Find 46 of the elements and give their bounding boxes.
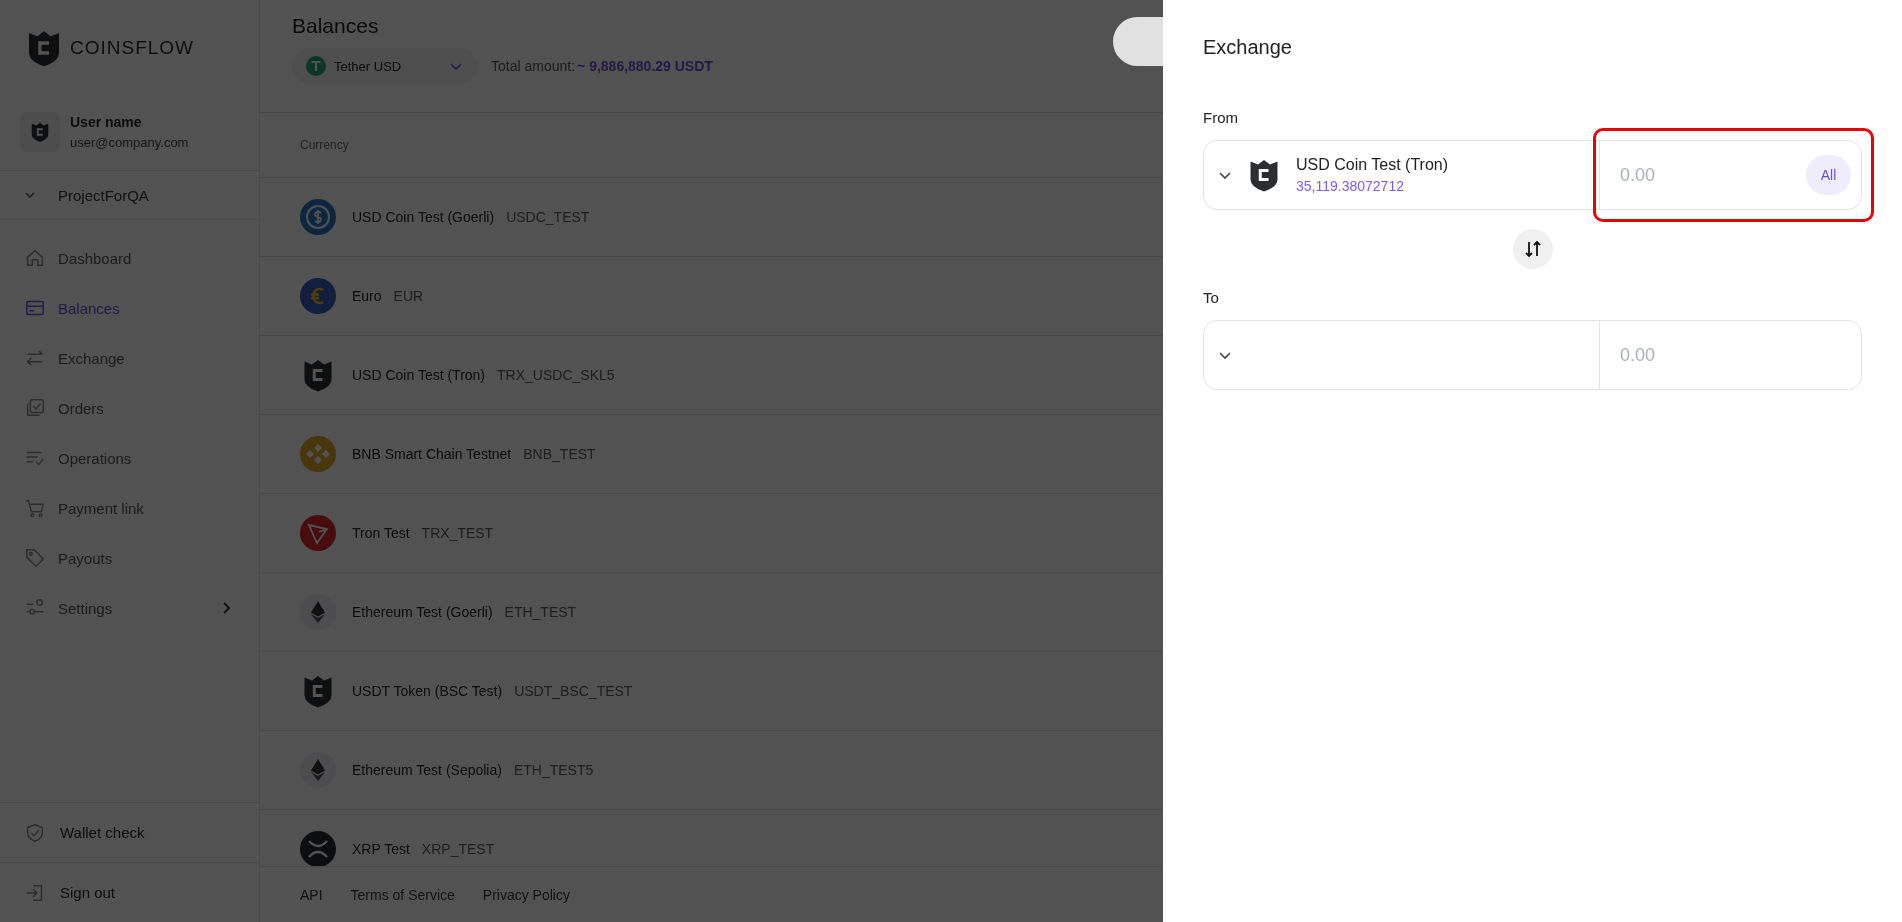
- currency-name: Tron Test: [352, 525, 410, 541]
- project-selector[interactable]: ProjectForQA: [0, 171, 259, 220]
- amount-input[interactable]: 0.00: [1618, 163, 1772, 187]
- currency-select[interactable]: Tether USD: [292, 48, 477, 84]
- nav-item[interactable]: Balances: [0, 283, 259, 333]
- user-name: User name: [70, 114, 143, 130]
- user-email: user@company.com: [70, 135, 189, 150]
- swap-button[interactable]: [1512, 229, 1553, 269]
- currency-name: Ethereum Test (Goerli): [352, 604, 493, 620]
- currency-name: Euro: [352, 288, 382, 304]
- all-button[interactable]: All: [1806, 155, 1851, 195]
- cross-coin-icon: [300, 831, 336, 866]
- total-amount: ~ 9,886,880.29 USDT: [577, 58, 713, 74]
- checklist-icon: [24, 397, 46, 419]
- cart-icon: [24, 497, 46, 519]
- euro-coin-icon: [300, 278, 336, 314]
- currency-name: USDT Token (BSC Test): [352, 683, 503, 699]
- footer-link[interactable]: API: [300, 886, 323, 903]
- tether-coin-icon: [306, 56, 326, 76]
- swap-icon: [1522, 239, 1543, 259]
- diamond-coin-icon: [300, 436, 336, 472]
- chevron-down-icon: [24, 189, 36, 201]
- amount-input[interactable]: 0.00: [1618, 343, 1772, 367]
- shield-logo-icon: [29, 121, 51, 143]
- footer-link[interactable]: Privacy Policy: [482, 886, 570, 903]
- shield-icon: [24, 821, 46, 844]
- currency-name: Ethereum Test (Sepolia): [352, 762, 502, 778]
- triangle-coin-icon: [300, 515, 336, 551]
- footer-link[interactable]: Terms of Service: [350, 886, 455, 903]
- currency-name: BNB Smart Chain Testnet: [352, 446, 512, 462]
- nav-item[interactable]: Sign out: [0, 862, 259, 922]
- field-label: To: [1203, 289, 1220, 306]
- currency-select[interactable]: USD Coin Test (Tron) 35,119.38072712: [1204, 141, 1600, 209]
- arrows-icon: [24, 347, 46, 369]
- dollar-coin-icon: [300, 199, 336, 235]
- header-button[interactable]: [1113, 17, 1163, 66]
- logo-wordmark: COINSFLOW: [70, 37, 195, 59]
- currency-name: USD Coin Test (Tron): [352, 367, 486, 383]
- nav-item[interactable]: Wallet check: [0, 802, 259, 862]
- currency-name: XRP Test: [352, 841, 410, 857]
- panel-title: Exchange: [1203, 36, 1293, 59]
- currency-name: USD Coin Test (Goerli): [352, 209, 495, 225]
- page-title: Balances: [292, 14, 380, 38]
- home-icon: [24, 247, 46, 269]
- field-label: From: [1203, 109, 1239, 126]
- tag-icon: [24, 547, 46, 569]
